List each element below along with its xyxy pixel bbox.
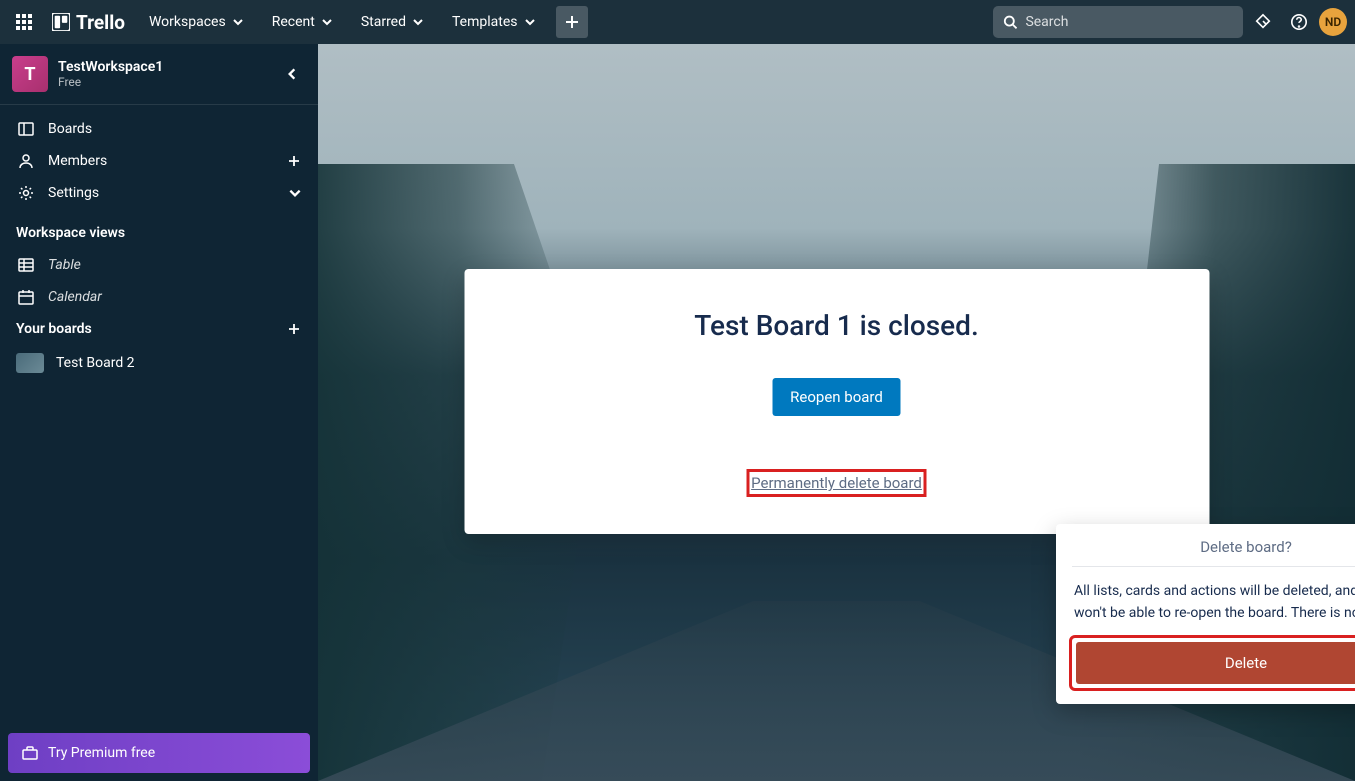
chevron-down-icon xyxy=(232,16,244,28)
chevron-left-icon xyxy=(285,67,299,81)
search-icon xyxy=(1003,14,1017,30)
popover-title: Delete board? xyxy=(1200,538,1292,556)
closed-board-dialog: Test Board 1 is closed. Reopen board Per… xyxy=(464,269,1209,534)
sidebar-board-item[interactable]: Test Board 2 xyxy=(0,345,318,381)
workspace-header: T TestWorkspace1 Free xyxy=(0,44,318,105)
app-header: Trello Workspaces Recent Starred Templat… xyxy=(0,0,1355,44)
sidebar: T TestWorkspace1 Free Boards Members Set… xyxy=(0,44,318,781)
chevron-down-icon xyxy=(321,16,333,28)
trello-logo[interactable]: Trello xyxy=(44,11,133,34)
plus-icon xyxy=(564,14,580,30)
sidebar-view-table[interactable]: Table xyxy=(0,249,318,281)
chevron-down-icon xyxy=(524,16,536,28)
popover-body: All lists, cards and actions will be del… xyxy=(1072,567,1355,638)
table-icon xyxy=(16,257,36,273)
sidebar-item-settings[interactable]: Settings xyxy=(0,177,318,209)
chevron-down-icon xyxy=(412,16,424,28)
permanently-delete-link[interactable]: Permanently delete board xyxy=(751,474,922,492)
workspace-avatar: T xyxy=(12,56,48,92)
sidebar-collapse-button[interactable] xyxy=(278,60,306,88)
settings-expand[interactable] xyxy=(288,186,302,200)
plus-icon xyxy=(286,153,302,169)
nav-recent[interactable]: Recent xyxy=(260,8,345,36)
sidebar-item-boards[interactable]: Boards xyxy=(0,113,318,145)
notifications-icon[interactable] xyxy=(1247,6,1279,38)
workspace-name: TestWorkspace1 xyxy=(58,59,268,75)
create-button[interactable] xyxy=(556,6,588,38)
calendar-icon xyxy=(16,289,36,305)
chevron-down-icon xyxy=(288,186,302,200)
members-icon xyxy=(16,153,36,169)
workspace-views-heading: Workspace views xyxy=(0,217,318,249)
user-avatar[interactable]: ND xyxy=(1319,8,1347,36)
reopen-board-button[interactable]: Reopen board xyxy=(772,378,901,416)
board-thumbnail xyxy=(16,353,44,373)
gear-icon xyxy=(16,185,36,201)
help-icon[interactable] xyxy=(1283,6,1315,38)
apps-switcher-icon[interactable] xyxy=(8,6,40,38)
plus-icon xyxy=(286,321,302,337)
board-background: Test Board 1 is closed. Reopen board Per… xyxy=(318,44,1355,781)
search-input[interactable] xyxy=(1025,14,1233,30)
sidebar-item-members[interactable]: Members xyxy=(0,145,318,177)
dialog-title: Test Board 1 is closed. xyxy=(494,309,1179,342)
board-icon xyxy=(16,121,36,137)
nav-starred[interactable]: Starred xyxy=(349,8,436,36)
try-premium-button[interactable]: Try Premium free xyxy=(8,733,310,773)
confirm-delete-button[interactable]: Delete xyxy=(1076,642,1355,684)
nav-templates[interactable]: Templates xyxy=(440,8,548,36)
brand-text: Trello xyxy=(76,11,125,34)
add-member-button[interactable] xyxy=(286,153,302,169)
your-boards-heading: Your boards xyxy=(0,313,318,345)
add-board-button[interactable] xyxy=(286,321,302,337)
briefcase-icon xyxy=(22,745,38,761)
search-box[interactable] xyxy=(993,6,1243,38)
sidebar-view-calendar[interactable]: Calendar xyxy=(0,281,318,313)
workspace-plan: Free xyxy=(58,75,268,89)
nav-workspaces[interactable]: Workspaces xyxy=(137,8,256,36)
delete-board-popover: Delete board? All lists, cards and actio… xyxy=(1056,524,1355,704)
